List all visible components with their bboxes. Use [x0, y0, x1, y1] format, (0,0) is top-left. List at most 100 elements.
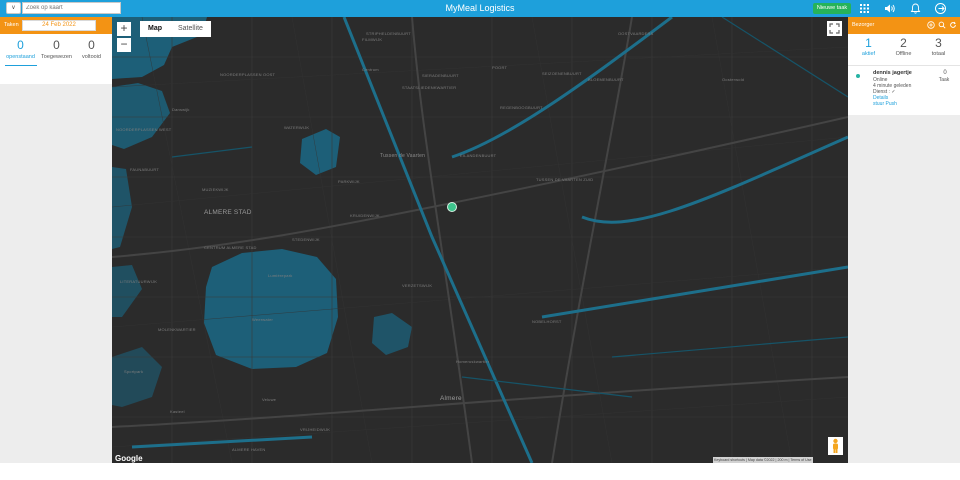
courier-task-count: 0 [943, 70, 947, 76]
active-tab-underline [5, 65, 37, 66]
add-courier-icon[interactable] [927, 21, 935, 29]
grid-icon[interactable] [858, 2, 871, 15]
map-label: Veluwe [262, 397, 277, 402]
stat-label: aktief [861, 51, 876, 57]
app-title: MyMeal Logistics [445, 3, 515, 13]
zoom-in-button[interactable]: + [117, 22, 131, 36]
map-search-input[interactable] [22, 2, 121, 14]
map-label: Tussen de Vaarten [380, 153, 426, 159]
map-label: Sportpark [124, 369, 144, 374]
stat-label: openstaand [6, 54, 35, 60]
keyboard-shortcuts-link[interactable]: Keyboard shortcuts [714, 458, 745, 462]
courier-task-label: Taak [938, 77, 950, 83]
speaker-icon[interactable] [883, 2, 896, 15]
page-footer [0, 463, 960, 480]
stat-label: Offline [895, 51, 912, 57]
fullscreen-icon [829, 23, 840, 34]
map-view[interactable]: ALMERE STAD Almere Tussen de Vaarten NOO… [112, 17, 848, 463]
map-label: STAATSLIEDENKWARTIER [402, 85, 457, 90]
scale-text[interactable]: 200 m [777, 458, 787, 462]
couriers-panel-title: Bezorger [852, 22, 875, 28]
map-label: FILMWIJK [362, 37, 383, 42]
courier-name: dennis jagertje [873, 70, 912, 76]
map-label: SIERADENBUURT [422, 73, 459, 78]
tab-toegewezen[interactable]: 0 Toegewezen [38, 38, 75, 60]
map-label: Oosterwold [722, 77, 745, 82]
map-label: Kasteel [170, 409, 185, 414]
tab-aktief[interactable]: 1 aktief [851, 36, 886, 66]
stat-value: 3 [935, 36, 942, 50]
map-label: MUZIEKWIJK [202, 187, 229, 192]
map-label: TUSSEN DE VAARTEN ZUID [536, 177, 594, 182]
map-label: Homeruskwartier [456, 359, 490, 364]
map-label: MOLENKWARTIER [158, 327, 196, 332]
zoom-out-button[interactable]: − [117, 38, 131, 52]
refresh-icon[interactable] [949, 21, 957, 29]
courier-stats: 1 aktief 2 Offline 3 totaal [848, 34, 960, 66]
map-label: STRIPHELDENBUURT [366, 31, 411, 36]
date-picker[interactable]: 24 Feb 2022 [22, 20, 96, 31]
map-label: Lumièrepark [268, 273, 293, 278]
task-stats: 0 openstaand 0 Toegewezen 0 voltooid [0, 34, 112, 84]
map-label: NOORDERPLASSEN OOST [220, 72, 276, 77]
map-label: BLOEMENBUURT [588, 77, 624, 82]
map-label: OOSTVAARDERS [618, 31, 654, 36]
map-label: POORT [492, 65, 508, 70]
send-push-link[interactable]: stuur Push [873, 101, 897, 107]
street-view-pegman[interactable] [828, 437, 843, 455]
tab-voltooid[interactable]: 0 voltooid [73, 38, 110, 60]
app-root: ∨ MyMeal Logistics Nieuwe taak [0, 0, 960, 480]
stat-value: 1 [865, 36, 872, 50]
tasks-panel-header: Taken 24 Feb 2022 [0, 17, 112, 34]
tab-totaal[interactable]: 3 totaal [921, 36, 956, 58]
tasks-panel-title: Taken [4, 22, 19, 28]
new-task-button[interactable]: Nieuwe taak [813, 3, 851, 14]
map-type-satellite-button[interactable]: Satellite [170, 21, 211, 37]
tasks-panel: Taken 24 Feb 2022 0 openstaand 0 Toegewe… [0, 17, 112, 463]
map-label: WATERWIJK [284, 125, 310, 130]
map-label: Danswijk [172, 107, 190, 112]
map-type-control: Map Satellite [140, 21, 211, 37]
tab-offline[interactable]: 2 Offline [886, 36, 921, 58]
map-label: STEDENWIJK [292, 237, 320, 242]
stat-value: 0 [88, 38, 95, 52]
stat-value: 0 [17, 38, 24, 52]
terms-link[interactable]: Terms of Use [790, 458, 811, 462]
online-status-dot [856, 74, 860, 78]
stat-value: 0 [53, 38, 60, 52]
map-label: Weerwater [252, 317, 274, 322]
logout-icon[interactable] [934, 2, 947, 15]
map-label: Almere [440, 395, 462, 402]
map-label: ALMERE HAVEN [232, 447, 266, 452]
map-label: NOBELHORST [532, 319, 562, 324]
map-label: LITERATUURWIJK [120, 279, 158, 284]
stat-label: voltooid [82, 54, 101, 60]
top-bar: ∨ MyMeal Logistics Nieuwe taak [0, 0, 960, 17]
pegman-icon [833, 438, 838, 453]
couriers-panel: Bezorger 1 aktief 2 Offline 3 totaal den… [848, 17, 960, 463]
map-label: NOORDERPLASSEN WEST [116, 127, 172, 132]
map-label: REGENBOOGBUURT [500, 105, 543, 110]
map-label: ALMERE STAD [204, 209, 252, 216]
search-scope-select[interactable]: ∨ [6, 2, 21, 14]
google-logo: Google [115, 454, 143, 463]
map-tiles [112, 17, 848, 463]
stat-label: Toegewezen [41, 54, 72, 60]
map-type-map-button[interactable]: Map [140, 21, 170, 37]
map-data-text: Map data ©2022 [747, 458, 775, 462]
courier-list-item[interactable]: dennis jagertje Online 4 minute geleden … [848, 65, 960, 115]
map-label: Centrum [362, 67, 379, 72]
stat-value: 2 [900, 36, 907, 50]
couriers-panel-header: Bezorger [848, 17, 960, 34]
map-label: PARKWIJK [338, 179, 360, 184]
bell-icon[interactable] [909, 2, 922, 15]
map-label: VRIJHEIDWIJK [300, 427, 331, 432]
fullscreen-button[interactable] [827, 21, 842, 36]
map-label: EILANDENBUURT [460, 153, 497, 158]
map-label: FAUNABUURT [130, 167, 160, 172]
tab-openstaand[interactable]: 0 openstaand [2, 38, 39, 66]
courier-location-marker[interactable] [447, 202, 457, 212]
search-icon[interactable] [938, 21, 946, 29]
map-label: CENTRUM ALMERE STAD [204, 245, 257, 250]
map-label: SEIZOENENBUURT [542, 71, 582, 76]
